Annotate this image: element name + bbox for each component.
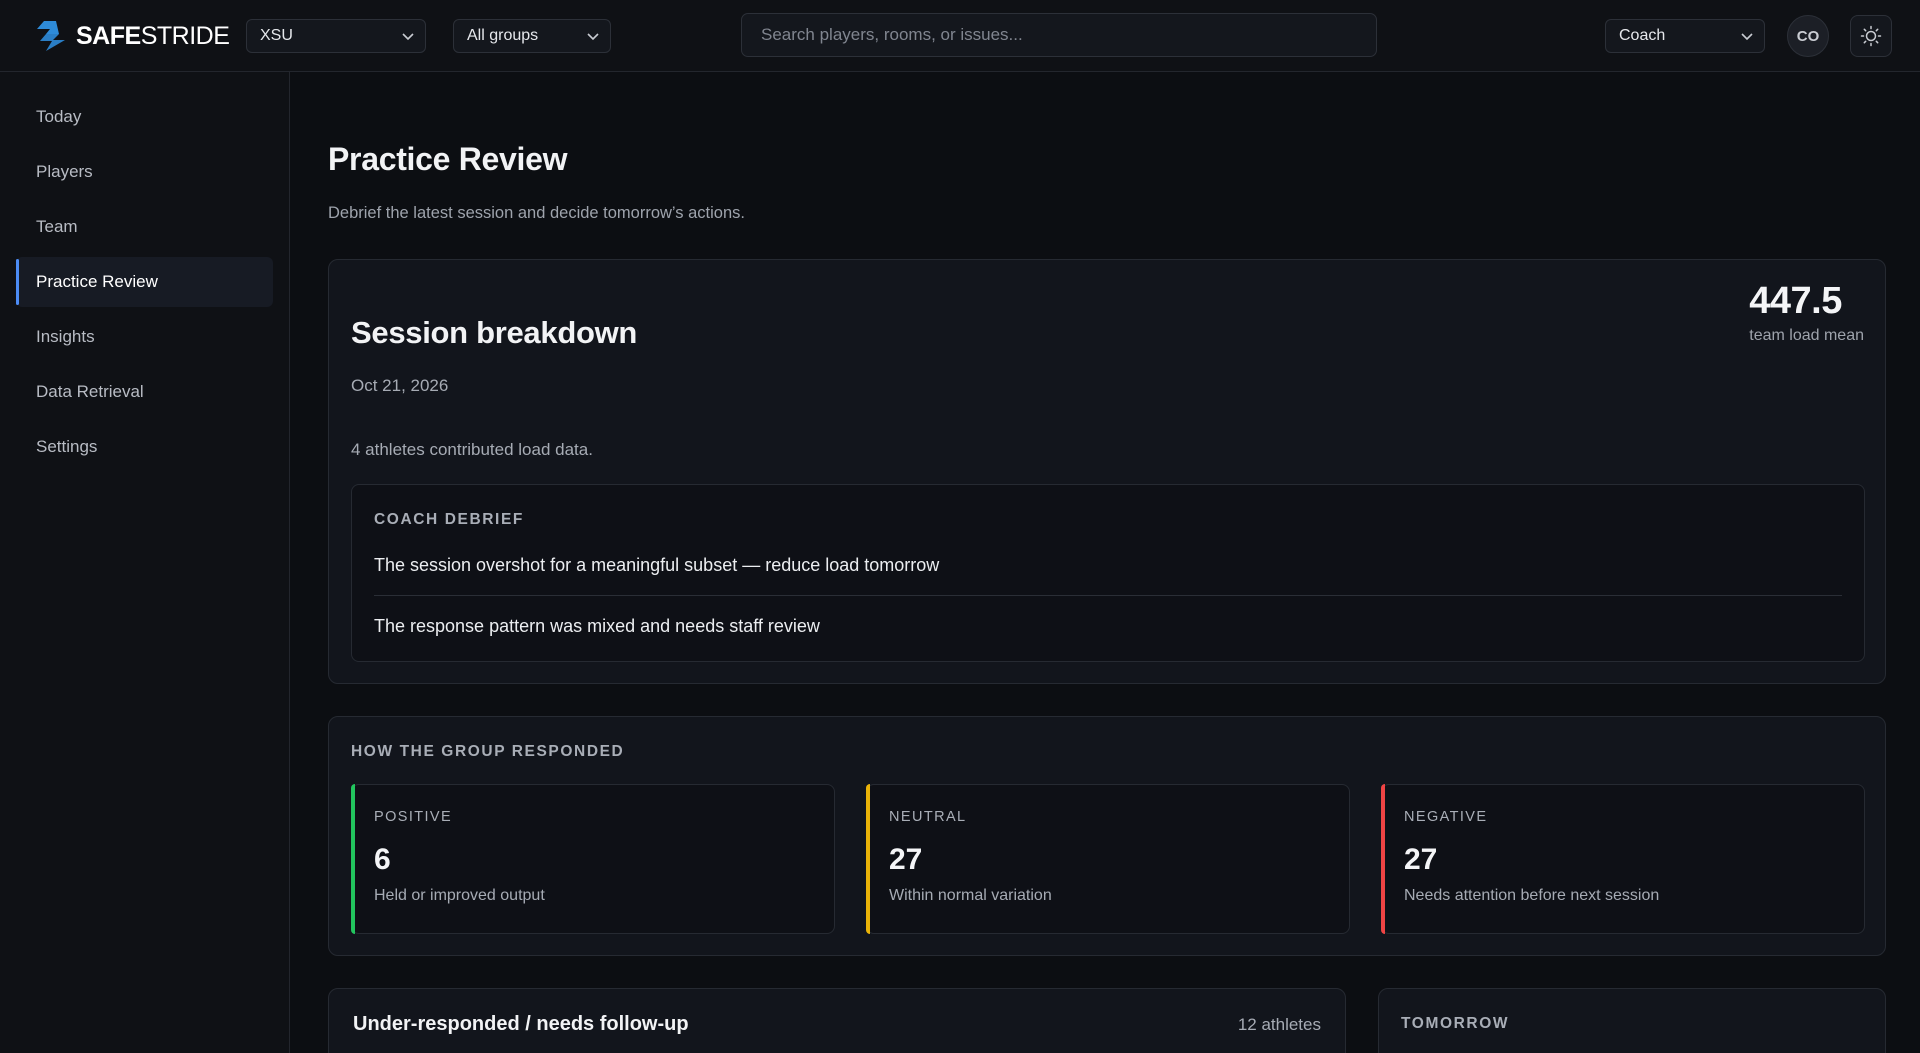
chevron-down-icon [402,33,414,41]
user-avatar[interactable]: CO [1787,15,1829,57]
response-description: Within normal variation [889,887,1052,904]
sidebar-item-insights[interactable]: Insights [16,312,273,362]
sidebar-item-label: Settings [36,437,98,456]
sidebar-item-today[interactable]: Today [16,92,273,142]
response-description: Held or improved output [374,887,545,904]
brand-logo[interactable]: SAFESTRIDE [32,18,230,54]
page-title: Practice Review [328,141,568,177]
response-positive-tile: Positive 6 Held or improved output [351,784,835,934]
debrief-line: The session overshot for a meaningful su… [374,555,940,575]
response-neutral-tile: Neutral 27 Within normal variation [866,784,1350,934]
group-response-card: How the group responded Positive 6 Held … [328,716,1886,956]
team-load-stat: 447.5 team load mean [1749,280,1864,345]
response-label: Positive [374,809,453,825]
org-select-value: XSU [260,27,293,44]
sidebar-item-label: Players [36,162,93,181]
sidebar-item-label: Practice Review [36,272,158,291]
debrief-line: The response pattern was mixed and needs… [374,616,820,636]
group-response-label: How the group responded [351,743,625,760]
session-date: Oct 21, 2026 [351,376,449,395]
chevron-down-icon [1741,33,1753,41]
tomorrow-card: Tomorrow [1378,988,1886,1053]
response-negative-tile: Negative 27 Needs attention before next … [1381,784,1865,934]
under-responded-card: Under-responded / needs follow-up 12 ath… [328,988,1346,1053]
response-count: 27 [889,843,923,876]
role-select-value: Coach [1619,27,1666,44]
session-title: Session breakdown [351,315,638,350]
sidebar-item-label: Data Retrieval [36,382,144,401]
brand-name: SAFESTRIDE [76,21,230,50]
theme-toggle-button[interactable] [1850,15,1892,57]
under-responded-count: 12 athletes [1237,1015,1321,1034]
chevron-down-icon [587,33,599,41]
top-bar: SAFESTRIDE XSU All groups Coach CO [0,0,1920,72]
tomorrow-label: Tomorrow [1401,1015,1510,1032]
team-load-mean-label: team load mean [1749,327,1864,344]
sun-icon [1860,25,1882,47]
safestride-logo-icon [37,21,65,51]
response-count: 6 [374,843,391,876]
team-load-mean-value: 447.5 [1749,280,1842,322]
search-input[interactable] [741,13,1377,57]
sidebar-item-label: Team [36,217,78,236]
session-breakdown-card: Session breakdown Oct 21, 2026 4 athlete… [328,259,1886,684]
under-responded-title: Under-responded / needs follow-up [353,1013,689,1035]
session-note: 4 athletes contributed load data. [351,440,593,459]
role-select[interactable]: Coach [1605,19,1765,53]
sidebar-item-team[interactable]: Team [16,202,273,252]
divider [374,595,1842,596]
sidebar-item-players[interactable]: Players [16,147,273,197]
sidebar-item-practice-review[interactable]: Practice Review [16,257,273,307]
sidebar-item-data-retrieval[interactable]: Data Retrieval [16,367,273,417]
sidebar: Today Players Team Practice Review Insig… [0,72,290,1053]
response-label: Negative [1404,809,1488,825]
coach-debrief-panel: Coach Debrief The session overshot for a… [351,484,1865,662]
sidebar-item-settings[interactable]: Settings [16,422,273,472]
page-subtitle: Debrief the latest session and decide to… [328,204,745,222]
org-select[interactable]: XSU [246,19,426,53]
sidebar-item-label: Insights [36,327,95,346]
response-description: Needs attention before next session [1404,887,1660,904]
group-select-value: All groups [467,27,539,44]
response-label: Neutral [889,809,967,825]
coach-debrief-label: Coach Debrief [374,511,524,528]
sidebar-item-label: Today [36,107,82,126]
group-select[interactable]: All groups [453,19,611,53]
response-count: 27 [1404,843,1438,876]
